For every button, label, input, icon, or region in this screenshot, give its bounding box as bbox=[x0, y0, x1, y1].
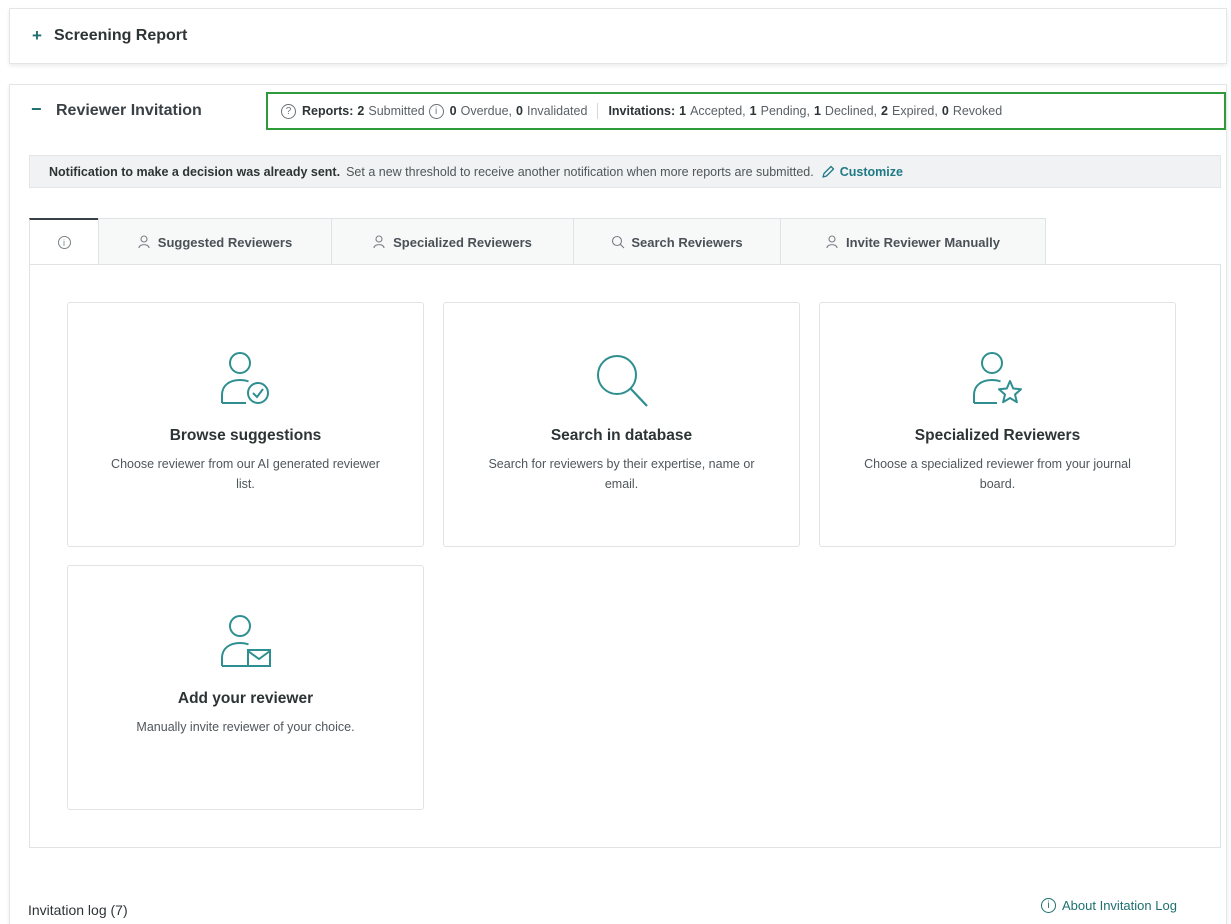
declined-count: 1 bbox=[813, 104, 821, 118]
tab-content: Browse suggestions Choose reviewer from … bbox=[29, 264, 1221, 848]
customize-link[interactable]: Customize bbox=[820, 164, 903, 180]
user-icon bbox=[826, 235, 838, 249]
user-icon bbox=[373, 235, 385, 249]
collapse-toggle-icon[interactable]: − bbox=[31, 99, 42, 120]
reviewer-invitation-panel: − Reviewer Invitation ? Reports: 2 Submi… bbox=[9, 84, 1227, 924]
tab-invite-manually[interactable]: Invite Reviewer Manually bbox=[780, 218, 1046, 265]
expired-count: 2 bbox=[881, 104, 888, 118]
card-description: Search for reviewers by their expertise,… bbox=[488, 457, 755, 491]
card-title: Specialized Reviewers bbox=[914, 427, 1081, 444]
tab-label: Specialized Reviewers bbox=[393, 234, 532, 250]
add-your-reviewer-card[interactable]: Add your reviewer Manually invite review… bbox=[67, 565, 424, 810]
pencil-icon bbox=[822, 165, 834, 178]
info-icon: i bbox=[57, 236, 71, 249]
screening-report-panel: + Screening Report bbox=[9, 8, 1227, 64]
reports-label: Reports: bbox=[302, 104, 354, 118]
specialized-reviewers-card[interactable]: Specialized Reviewers Choose a specializ… bbox=[819, 302, 1176, 547]
browse-suggestions-card[interactable]: Browse suggestions Choose reviewer from … bbox=[67, 302, 424, 547]
customize-label: Customize bbox=[839, 164, 903, 179]
tab-search-reviewers[interactable]: Search Reviewers bbox=[573, 218, 781, 265]
reviewer-tabs: i Suggested Reviewers Specialized Review… bbox=[29, 218, 1046, 265]
expired-label: Expired, bbox=[892, 104, 938, 118]
invitations-label: Invitations: bbox=[608, 104, 676, 118]
card-title: Search in database bbox=[550, 427, 693, 444]
overdue-label: Overdue, bbox=[460, 104, 513, 118]
help-icon[interactable]: ? bbox=[281, 103, 296, 119]
tab-label: Suggested Reviewers bbox=[157, 234, 293, 250]
search-icon bbox=[612, 235, 625, 249]
card-description: Manually invite reviewer of your choice. bbox=[136, 720, 355, 734]
pending-label: Pending, bbox=[760, 104, 810, 118]
card-description: Choose reviewer from our AI generated re… bbox=[111, 457, 380, 491]
revoked-count: 0 bbox=[941, 104, 949, 118]
expand-toggle-icon[interactable]: + bbox=[32, 26, 42, 46]
notice-text: Set a new threshold to receive another n… bbox=[346, 164, 814, 179]
invitation-stats-bar: ? Reports: 2 Submitted i 0 Overdue, 0 In… bbox=[266, 92, 1226, 130]
decision-notification-banner: Notification to make a decision was alre… bbox=[29, 155, 1221, 188]
user-mail-icon bbox=[220, 615, 271, 667]
divider bbox=[597, 103, 599, 119]
accepted-count: 1 bbox=[679, 104, 687, 118]
about-invitation-log-link[interactable]: i About Invitation Log bbox=[1041, 898, 1177, 913]
overdue-count: 0 bbox=[449, 104, 457, 118]
notice-bold-text: Notification to make a decision was alre… bbox=[49, 164, 341, 179]
tab-suggested-reviewers[interactable]: Suggested Reviewers bbox=[98, 218, 332, 265]
user-icon bbox=[138, 235, 150, 249]
card-title: Browse suggestions bbox=[169, 427, 322, 444]
submitted-label: Submitted bbox=[368, 104, 425, 118]
user-star-icon bbox=[972, 352, 1022, 404]
card-description: Choose a specialized reviewer from your … bbox=[864, 457, 1131, 491]
card-title: Add your reviewer bbox=[177, 690, 314, 707]
info-icon[interactable]: i bbox=[428, 103, 444, 119]
about-invitation-log-label: About Invitation Log bbox=[1062, 898, 1177, 913]
tab-specialized-reviewers[interactable]: Specialized Reviewers bbox=[331, 218, 574, 265]
tab-info[interactable]: i bbox=[29, 218, 99, 265]
info-icon: i bbox=[1041, 898, 1056, 913]
invitation-log-title: Invitation log (7) bbox=[28, 902, 128, 918]
screening-report-title[interactable]: Screening Report bbox=[54, 27, 187, 45]
revoked-label: Revoked bbox=[952, 104, 1003, 118]
tab-label: Search Reviewers bbox=[631, 234, 743, 250]
accepted-label: Accepted, bbox=[690, 104, 746, 118]
tab-label: Invite Reviewer Manually bbox=[846, 234, 1000, 250]
user-check-icon bbox=[220, 352, 269, 404]
pending-count: 1 bbox=[749, 104, 757, 118]
invalidated-label: Invalidated bbox=[526, 104, 588, 118]
search-icon bbox=[596, 355, 648, 407]
search-database-card[interactable]: Search in database Search for reviewers … bbox=[443, 302, 800, 547]
submitted-count: 2 bbox=[357, 104, 365, 118]
declined-label: Declined, bbox=[824, 104, 878, 118]
invalidated-count: 0 bbox=[516, 104, 523, 118]
reviewer-invitation-title[interactable]: Reviewer Invitation bbox=[56, 102, 202, 120]
